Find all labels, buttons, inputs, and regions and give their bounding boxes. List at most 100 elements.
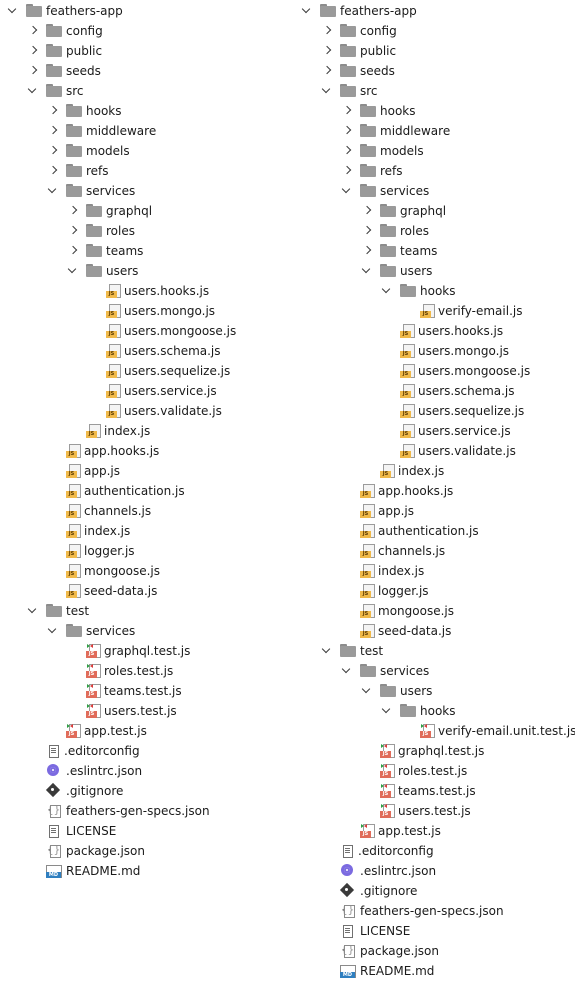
tree-file-node[interactable]: JS roles.test.js bbox=[68, 661, 173, 681]
tree-file-node[interactable]: JS app.js bbox=[48, 461, 120, 481]
chevron-right-icon[interactable] bbox=[342, 125, 352, 137]
tree-file-node[interactable]: JS users.mongo.js bbox=[382, 341, 509, 361]
tree-folder-node[interactable]: services bbox=[48, 181, 135, 201]
tree-folder-node[interactable]: users bbox=[362, 261, 432, 281]
tree-file-node[interactable]: JS users.validate.js bbox=[382, 441, 516, 461]
tree-folder-node[interactable]: services bbox=[48, 621, 135, 641]
tree-file-node[interactable]: JS mongoose.js bbox=[342, 601, 454, 621]
chevron-down-icon[interactable] bbox=[28, 85, 38, 97]
tree-folder-node[interactable]: teams bbox=[68, 241, 143, 261]
tree-file-node[interactable]: JS seed-data.js bbox=[48, 581, 157, 601]
tree-file-node[interactable]: JS users.service.js bbox=[88, 381, 217, 401]
tree-file-node[interactable]: .editorconfig bbox=[322, 841, 434, 861]
tree-file-node[interactable]: LICENSE bbox=[28, 821, 116, 841]
tree-folder-node[interactable]: middleware bbox=[342, 121, 450, 141]
tree-file-node[interactable]: feathers-gen-specs.json bbox=[322, 901, 504, 921]
chevron-right-icon[interactable] bbox=[68, 205, 78, 217]
tree-file-node[interactable]: README.md bbox=[28, 861, 140, 881]
chevron-right-icon[interactable] bbox=[28, 65, 38, 77]
chevron-down-icon[interactable] bbox=[362, 685, 372, 697]
chevron-right-icon[interactable] bbox=[48, 165, 58, 177]
tree-file-node[interactable]: JS seed-data.js bbox=[342, 621, 451, 641]
tree-file-node[interactable]: JS app.hooks.js bbox=[342, 481, 453, 501]
tree-file-node[interactable]: JS users.mongoose.js bbox=[382, 361, 530, 381]
chevron-right-icon[interactable] bbox=[48, 125, 58, 137]
chevron-down-icon[interactable] bbox=[342, 185, 352, 197]
tree-folder-node[interactable]: public bbox=[28, 41, 102, 61]
tree-file-node[interactable]: LICENSE bbox=[322, 921, 410, 941]
tree-folder-node[interactable]: seeds bbox=[28, 61, 101, 81]
chevron-down-icon[interactable] bbox=[302, 5, 312, 17]
tree-folder-node[interactable]: hooks bbox=[342, 101, 416, 121]
tree-file-node[interactable]: JS users.validate.js bbox=[88, 401, 222, 421]
tree-file-node[interactable]: JS index.js bbox=[342, 561, 424, 581]
chevron-right-icon[interactable] bbox=[68, 245, 78, 257]
tree-file-node[interactable]: JS index.js bbox=[68, 421, 150, 441]
tree-folder-node[interactable]: feathers-app bbox=[302, 1, 417, 21]
tree-folder-node[interactable]: models bbox=[48, 141, 130, 161]
tree-folder-node[interactable]: hooks bbox=[382, 701, 456, 721]
tree-file-node[interactable]: JS channels.js bbox=[342, 541, 445, 561]
chevron-down-icon[interactable] bbox=[382, 705, 392, 717]
tree-folder-node[interactable]: roles bbox=[362, 221, 429, 241]
tree-file-node[interactable]: JS teams.test.js bbox=[362, 781, 476, 801]
tree-folder-node[interactable]: src bbox=[322, 81, 378, 101]
chevron-right-icon[interactable] bbox=[48, 145, 58, 157]
tree-file-node[interactable]: JS graphql.test.js bbox=[362, 741, 484, 761]
chevron-right-icon[interactable] bbox=[362, 225, 372, 237]
chevron-down-icon[interactable] bbox=[68, 265, 78, 277]
tree-file-node[interactable]: package.json bbox=[322, 941, 439, 961]
chevron-down-icon[interactable] bbox=[342, 665, 352, 677]
tree-file-node[interactable]: JS roles.test.js bbox=[362, 761, 467, 781]
tree-folder-node[interactable]: public bbox=[322, 41, 396, 61]
tree-folder-node[interactable]: test bbox=[28, 601, 89, 621]
tree-file-node[interactable]: JS app.test.js bbox=[342, 821, 441, 841]
chevron-right-icon[interactable] bbox=[322, 25, 332, 37]
tree-folder-node[interactable]: refs bbox=[342, 161, 403, 181]
tree-file-node[interactable]: JS users.service.js bbox=[382, 421, 511, 441]
tree-file-node[interactable]: JS channels.js bbox=[48, 501, 151, 521]
tree-file-node[interactable]: README.md bbox=[322, 961, 434, 981]
tree-file-node[interactable]: JS users.schema.js bbox=[88, 341, 221, 361]
tree-file-node[interactable]: JS app.js bbox=[342, 501, 414, 521]
chevron-down-icon[interactable] bbox=[48, 185, 58, 197]
tree-file-node[interactable]: JS users.mongoose.js bbox=[88, 321, 236, 341]
tree-folder-node[interactable]: models bbox=[342, 141, 424, 161]
chevron-down-icon[interactable] bbox=[322, 645, 332, 657]
tree-folder-node[interactable]: teams bbox=[362, 241, 437, 261]
chevron-right-icon[interactable] bbox=[28, 25, 38, 37]
tree-folder-node[interactable]: users bbox=[362, 681, 432, 701]
tree-file-node[interactable]: JS authentication.js bbox=[48, 481, 185, 501]
chevron-right-icon[interactable] bbox=[322, 45, 332, 57]
tree-file-node[interactable]: JS verify-email.unit.test.js bbox=[402, 721, 575, 741]
tree-folder-node[interactable]: seeds bbox=[322, 61, 395, 81]
chevron-right-icon[interactable] bbox=[342, 105, 352, 117]
chevron-down-icon[interactable] bbox=[322, 85, 332, 97]
chevron-down-icon[interactable] bbox=[48, 625, 58, 637]
tree-file-node[interactable]: JS app.hooks.js bbox=[48, 441, 159, 461]
tree-file-node[interactable]: JS users.hooks.js bbox=[88, 281, 209, 301]
chevron-right-icon[interactable] bbox=[342, 145, 352, 157]
chevron-right-icon[interactable] bbox=[362, 205, 372, 217]
tree-file-node[interactable]: JS users.test.js bbox=[68, 701, 177, 721]
chevron-right-icon[interactable] bbox=[322, 65, 332, 77]
tree-file-node[interactable]: JS verify-email.js bbox=[402, 301, 522, 321]
tree-folder-node[interactable]: config bbox=[28, 21, 103, 41]
tree-file-node[interactable]: JS teams.test.js bbox=[68, 681, 182, 701]
tree-file-node[interactable]: JS users.schema.js bbox=[382, 381, 515, 401]
tree-file-node[interactable]: .eslintrc.json bbox=[28, 761, 142, 781]
tree-folder-node[interactable]: feathers-app bbox=[8, 1, 123, 21]
tree-file-node[interactable]: .editorconfig bbox=[28, 741, 140, 761]
tree-file-node[interactable]: JS logger.js bbox=[342, 581, 429, 601]
tree-folder-node[interactable]: services bbox=[342, 661, 429, 681]
tree-folder-node[interactable]: hooks bbox=[48, 101, 122, 121]
tree-folder-node[interactable]: graphql bbox=[68, 201, 152, 221]
tree-folder-node[interactable]: middleware bbox=[48, 121, 156, 141]
chevron-right-icon[interactable] bbox=[48, 105, 58, 117]
tree-file-node[interactable]: JS mongoose.js bbox=[48, 561, 160, 581]
tree-file-node[interactable]: JS users.mongo.js bbox=[88, 301, 215, 321]
tree-folder-node[interactable]: roles bbox=[68, 221, 135, 241]
tree-file-node[interactable]: JS logger.js bbox=[48, 541, 135, 561]
tree-file-node[interactable]: JS users.sequelize.js bbox=[88, 361, 230, 381]
chevron-down-icon[interactable] bbox=[8, 5, 18, 17]
